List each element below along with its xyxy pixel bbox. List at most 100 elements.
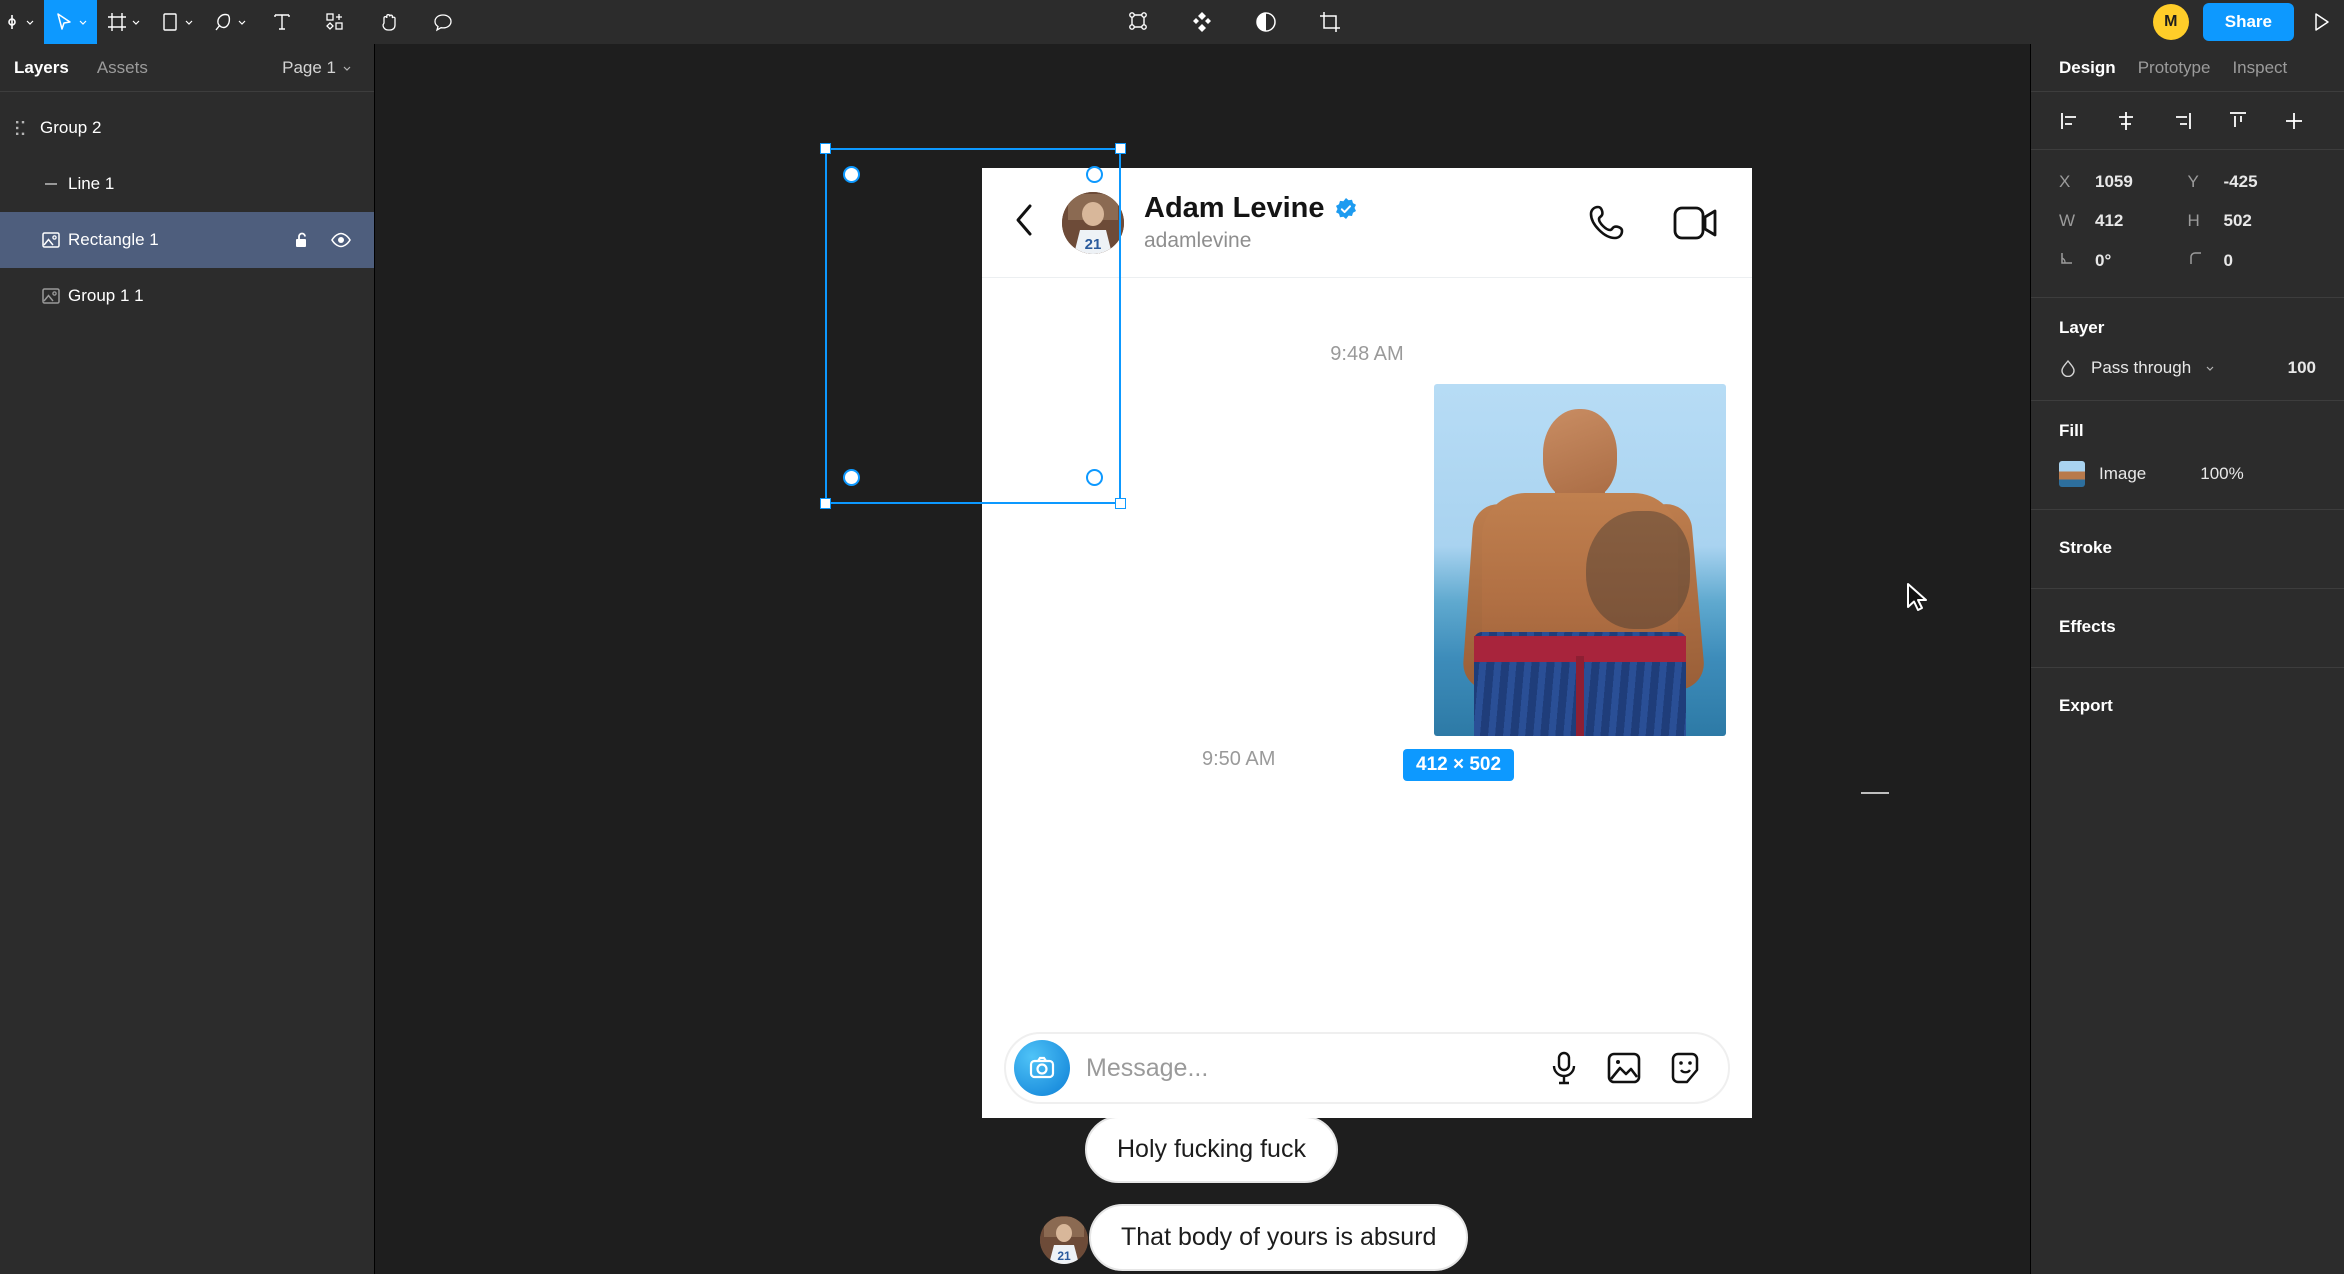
align-right-icon[interactable]: [2171, 110, 2193, 132]
resize-handle-bottom-left[interactable]: [820, 498, 831, 509]
tab-prototype[interactable]: Prototype: [2138, 58, 2211, 78]
layer-section-title: Layer: [2059, 318, 2105, 337]
layer-row-actions: [292, 229, 352, 251]
message-bubble[interactable]: Holy fucking fuck: [1085, 1116, 1338, 1183]
profile-avatar[interactable]: 21: [1062, 191, 1124, 254]
pen-tool-button[interactable]: [203, 0, 256, 44]
layer-name: Line 1: [68, 174, 115, 193]
components-icon[interactable]: [1189, 9, 1215, 35]
layer-name: Group 1 1: [68, 286, 144, 305]
back-chevron-icon[interactable]: [1010, 201, 1040, 244]
chat-mockup-frame[interactable]: 21 Adam Levine adamlevine 9:48 AM 9:50 A…: [982, 168, 1752, 1271]
size-row: W 412 H 502: [2059, 211, 2316, 231]
image-gallery-icon[interactable]: [1606, 1051, 1642, 1085]
fill-swatch[interactable]: [2059, 461, 2085, 487]
design-panel: Design Prototype Inspect X 1059 Y -425 W…: [2030, 44, 2344, 1274]
crop-icon[interactable]: [1317, 9, 1343, 35]
svg-text:21: 21: [1057, 1249, 1071, 1263]
layer-row-line-1[interactable]: Line 1: [0, 156, 374, 212]
align-horizontal-center-icon[interactable]: [2115, 110, 2137, 132]
image-icon: [34, 230, 68, 250]
photo-message[interactable]: [1434, 384, 1726, 736]
fill-section-title: Fill: [2059, 421, 2084, 440]
eye-visible-icon[interactable]: [330, 229, 352, 251]
hand-tool-button[interactable]: [362, 0, 416, 44]
timestamp: 9:48 AM: [1330, 343, 1404, 365]
layer-row-group-1-1[interactable]: Group 1 1: [0, 268, 374, 324]
layer-name: Group 2: [40, 118, 102, 137]
chevron-down-icon: [132, 20, 140, 25]
width-property[interactable]: W 412: [2059, 211, 2188, 231]
camera-icon[interactable]: [1014, 1040, 1070, 1096]
corner-radius-handle-bottom-left[interactable]: [843, 469, 860, 486]
fill-opacity-value[interactable]: 100%: [2200, 464, 2243, 484]
position-row: X 1059 Y -425: [2059, 172, 2316, 192]
rotation-property[interactable]: 0°: [2059, 250, 2188, 271]
contact-username: adamlevine: [1144, 229, 1252, 252]
shape-tool-button[interactable]: [150, 0, 203, 44]
corner-radius-property[interactable]: 0: [2188, 250, 2317, 271]
fill-type-value[interactable]: Image: [2099, 464, 2146, 484]
rotation-value[interactable]: 0°: [2095, 251, 2111, 271]
layer-row-group-2[interactable]: Group 2: [0, 100, 374, 156]
corner-radius-handle-top-left[interactable]: [843, 166, 860, 183]
unlock-icon[interactable]: [292, 230, 312, 250]
vector-edit-icon[interactable]: [1125, 9, 1151, 35]
mask-icon[interactable]: [1253, 9, 1279, 35]
resize-handle-top-right[interactable]: [1115, 143, 1126, 154]
pen-icon: [215, 13, 231, 31]
layer-section: Layer Pass through 100: [2031, 298, 2344, 401]
corner-radius-value[interactable]: 0: [2224, 251, 2233, 271]
align-left-icon[interactable]: [2059, 110, 2081, 132]
chevron-down-icon: [185, 20, 193, 25]
microphone-icon[interactable]: [1548, 1050, 1580, 1086]
main-menu-button[interactable]: [0, 0, 44, 44]
right-panel-tabs: Design Prototype Inspect: [2031, 44, 2344, 92]
page-selector[interactable]: Page 1: [282, 58, 352, 78]
layer-row-rectangle-1[interactable]: Rectangle 1: [0, 212, 374, 268]
align-vertical-center-icon[interactable]: [2283, 110, 2305, 132]
play-present-icon[interactable]: [2308, 9, 2334, 35]
layer-opacity-value[interactable]: 100: [2288, 358, 2316, 378]
user-avatar[interactable]: M: [2152, 4, 2189, 40]
h-label: H: [2187, 211, 2200, 230]
tab-assets[interactable]: Assets: [83, 58, 162, 78]
toolbar-center-tools: [1125, 0, 1343, 44]
tab-layers[interactable]: Layers: [0, 58, 83, 78]
resources-button[interactable]: [308, 0, 362, 44]
chat-header-actions: [1586, 202, 1718, 244]
comment-tool-button[interactable]: [416, 0, 470, 44]
y-value[interactable]: -425: [2224, 172, 2258, 192]
tab-design[interactable]: Design: [2059, 58, 2116, 78]
resize-handle-top-left[interactable]: [820, 143, 831, 154]
w-value[interactable]: 412: [2095, 211, 2123, 231]
toolbar-right-group: M Share: [2152, 0, 2344, 44]
stroke-section: Stroke: [2031, 510, 2344, 589]
figma-logo-icon: [8, 15, 16, 29]
contact-name-row: Adam Levine: [1144, 192, 1358, 225]
align-top-icon[interactable]: [2227, 110, 2249, 132]
layers-panel: Layers Assets Page 1 Group 2 Line 1 Rect…: [0, 44, 375, 1274]
text-tool-button[interactable]: [256, 0, 308, 44]
x-value[interactable]: 1059: [2095, 172, 2133, 192]
move-tool-button[interactable]: [44, 0, 97, 44]
h-value[interactable]: 502: [2224, 211, 2252, 231]
height-property[interactable]: H 502: [2188, 211, 2317, 231]
blend-mode-value[interactable]: Pass through: [2091, 358, 2191, 378]
rotation-radius-row: 0° 0: [2059, 250, 2316, 271]
share-button[interactable]: Share: [2202, 3, 2294, 41]
y-property[interactable]: Y -425: [2188, 172, 2317, 192]
chevron-down-icon: [2206, 366, 2214, 371]
x-property[interactable]: X 1059: [2059, 172, 2188, 192]
layer-name: Rectangle 1: [68, 230, 159, 249]
message-input-placeholder: Message...: [1086, 1053, 1209, 1082]
timestamp: 9:50 AM: [1202, 748, 1276, 770]
message-input-pill[interactable]: Message...: [1004, 1032, 1730, 1104]
tab-inspect[interactable]: Inspect: [2232, 58, 2287, 78]
design-canvas[interactable]: 21 Adam Levine adamlevine 9:48 AM 9:50 A…: [375, 44, 2030, 1274]
sticker-icon[interactable]: [1668, 1051, 1702, 1085]
message-bubble[interactable]: That body of yours is absurd: [1089, 1204, 1469, 1271]
video-call-icon[interactable]: [1672, 203, 1718, 243]
phone-call-icon[interactable]: [1586, 202, 1628, 244]
frame-tool-button[interactable]: [97, 0, 150, 44]
